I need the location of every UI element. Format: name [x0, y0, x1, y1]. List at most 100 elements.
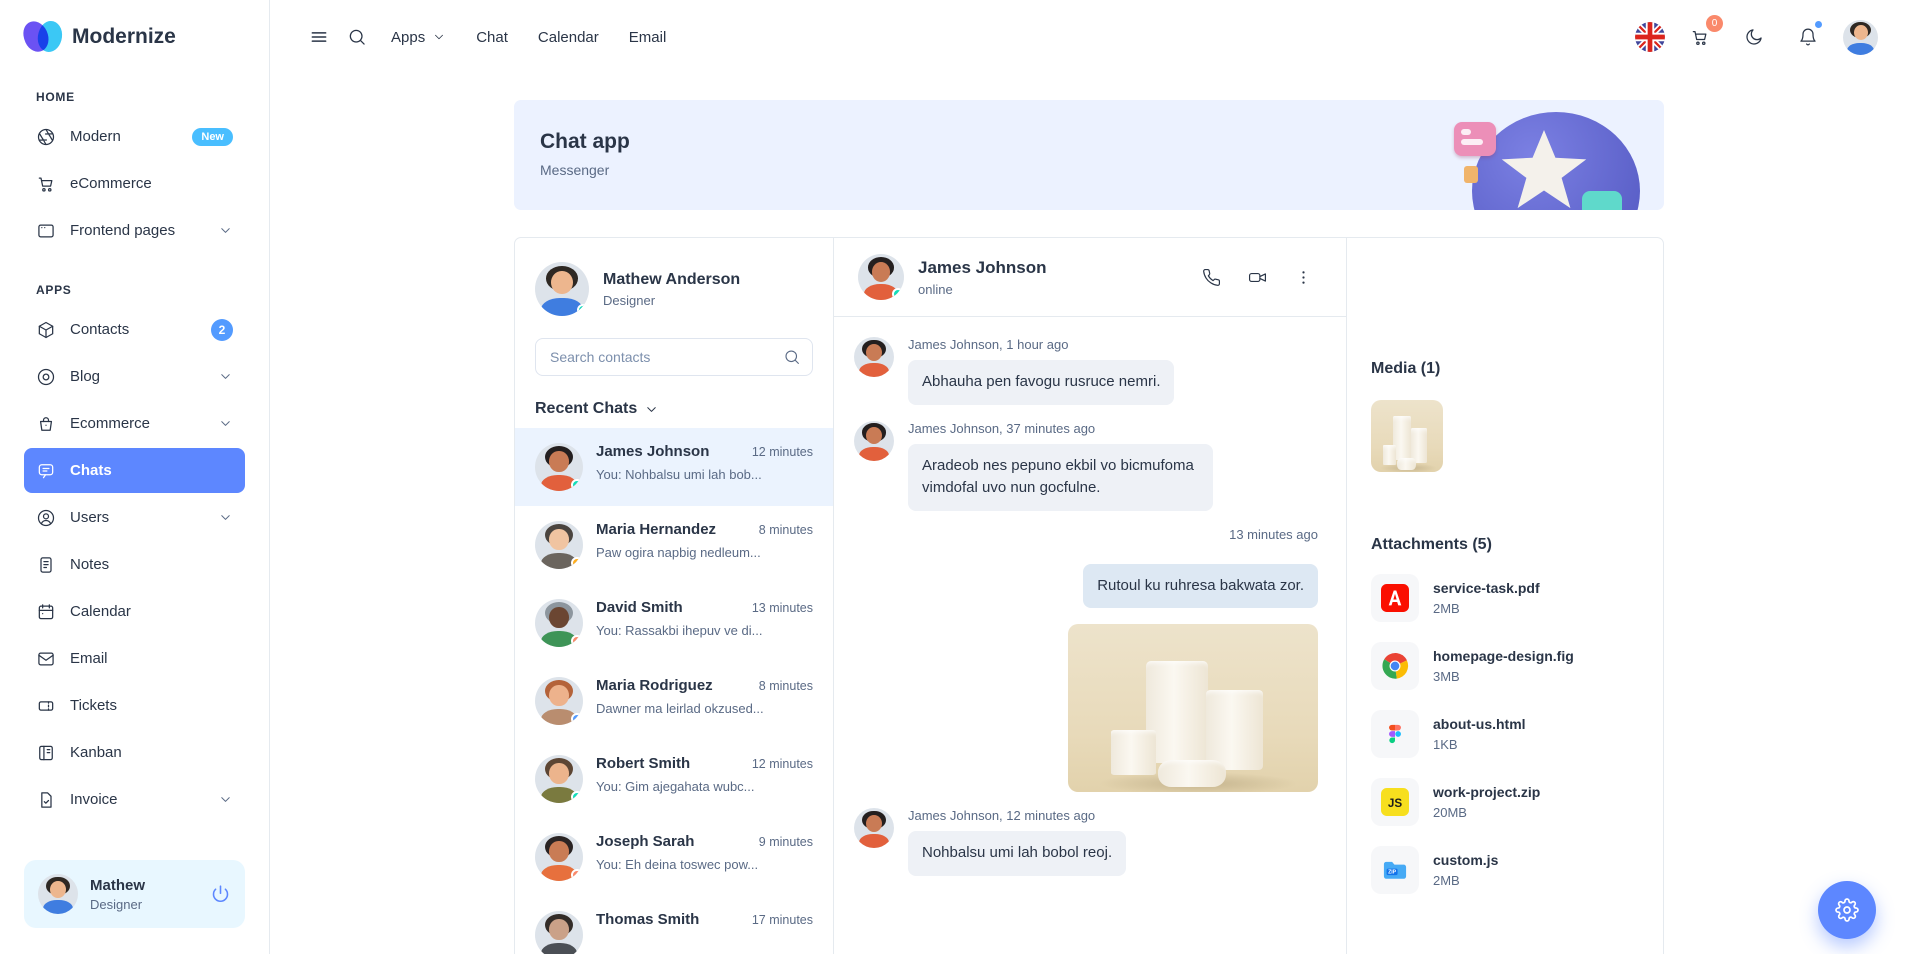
chat-list-item[interactable]: Robert Smith 12 minutes You: Gim ajegahata…: [515, 740, 833, 818]
avatar: [535, 599, 583, 647]
attachment-size: 2MB: [1433, 601, 1460, 616]
attachment-size: 2MB: [1433, 873, 1460, 888]
sidebar-item-contacts[interactable]: Contacts 2: [24, 307, 245, 352]
message-bubble: Nohbalsu umi lah bobol reoj.: [908, 831, 1127, 876]
sidebar-item-label: Contacts: [70, 321, 130, 338]
sidebar-item-label: Ecommerce: [70, 415, 151, 432]
contacts-column: Mathew Anderson Designer Recent Chats Ja…: [515, 238, 834, 954]
search-contacts: [535, 338, 813, 376]
chat-preview: Dawner ma leirlad okzused...: [596, 701, 764, 716]
page-header-banner: Chat app Messenger: [514, 100, 1664, 210]
sidebar-item-frontend-pages[interactable]: Frontend pages: [24, 208, 245, 253]
notifications-bell-icon[interactable]: [1789, 18, 1827, 56]
sidebar-item-ecommerce-home[interactable]: eCommerce: [24, 161, 245, 206]
chat-list: James Johnson 12 minutes You: Nohbalsu umi…: [515, 428, 833, 954]
video-call-icon[interactable]: [1238, 258, 1276, 296]
chat-name: Maria Hernandez: [596, 521, 717, 538]
sidebar-profile-card[interactable]: Mathew Designer: [24, 860, 245, 928]
chat-list-item[interactable]: Joseph Sarah 9 minutes You: Eh deina toswe…: [515, 818, 833, 896]
attachment-name: about-us.html: [1433, 716, 1526, 732]
dark-mode-moon-icon[interactable]: [1735, 18, 1773, 56]
svg-text:ZIP: ZIP: [1388, 870, 1397, 876]
recent-chats-dropdown[interactable]: Recent Chats: [535, 400, 813, 418]
cart-icon[interactable]: 0: [1681, 15, 1723, 56]
sidebar-item-invoice[interactable]: Invoice: [24, 777, 245, 822]
sidebar-item-ecommerce-apps[interactable]: Ecommerce: [24, 401, 245, 446]
chat-time: 9 minutes: [758, 835, 813, 849]
profile-name: Mathew: [90, 876, 146, 894]
sidebar-item-label: Modern: [70, 128, 121, 145]
status-dot: [571, 479, 583, 491]
chat-name: James Johnson: [596, 443, 710, 460]
chat-time: 17 minutes: [751, 913, 813, 927]
attachment-size: 3MB: [1433, 669, 1460, 684]
phone-call-icon[interactable]: [1192, 258, 1230, 296]
sidebar-item-chats[interactable]: Chats: [24, 448, 245, 493]
media-section-title: Media (1): [1371, 360, 1441, 377]
sidebar-item-email[interactable]: Email: [24, 636, 245, 681]
user-avatar[interactable]: [1843, 19, 1878, 55]
sidebar-item-kanban[interactable]: Kanban: [24, 730, 245, 775]
message-bubble: Aradeob nes pepuno ekbil vo bicmufoma vi…: [908, 443, 1213, 511]
new-badge: New: [192, 127, 233, 146]
sidebar-item-modern[interactable]: Modern New: [24, 114, 245, 159]
chevron-down-icon: [647, 406, 656, 412]
nav-link-calendar[interactable]: Calendar: [523, 18, 614, 56]
attachment-item[interactable]: service-task.pdf 2MB: [1371, 574, 1639, 622]
chat-list-item[interactable]: James Johnson 12 minutes You: Nohbalsu umi…: [515, 428, 833, 506]
settings-fab[interactable]: [1818, 881, 1876, 939]
avatar: [535, 677, 583, 725]
media-thumbnail[interactable]: [1371, 400, 1443, 472]
profile-role: Designer: [90, 896, 143, 912]
message-bubble: Abhauha pen favogu rusruce nemri.: [908, 360, 1175, 405]
chat-list-item[interactable]: Maria Rodriguez 8 minutes Dawner ma leirla…: [515, 662, 833, 740]
sent-image-attachment[interactable]: [1068, 624, 1318, 792]
sidebar-item-label: Tickets: [70, 697, 117, 714]
sidebar-item-label: Chats: [70, 462, 112, 479]
message-received: James Johnson, 1 hour ago Abhauha pen fa…: [854, 337, 1318, 405]
chat-list-item[interactable]: Maria Hernandez 8 minutes Paw ogira napbig…: [515, 506, 833, 584]
search-contacts-input[interactable]: [535, 338, 813, 376]
attachment-item[interactable]: about-us.html 1KB: [1371, 710, 1639, 758]
chat-time: 12 minutes: [751, 757, 813, 771]
attachment-size: 20MB: [1433, 805, 1467, 820]
aperture-icon: [37, 128, 55, 145]
chat-list-item[interactable]: David Smith 13 minutes You: Rassakbi ihepu…: [515, 584, 833, 662]
sidebar-section-apps: APPS: [36, 283, 72, 297]
chat-preview: You: Nohbalsu umi lah bob...: [596, 467, 762, 482]
avatar: [535, 755, 583, 803]
sidebar-item-blog[interactable]: Blog: [24, 354, 245, 399]
contact-name: James Johnson: [918, 257, 1047, 277]
mail-icon: [38, 652, 54, 665]
message-meta: James Johnson, 37 minutes ago: [908, 420, 1096, 436]
search-icon[interactable]: [338, 18, 376, 56]
sidebar-item-notes[interactable]: Notes: [24, 542, 245, 587]
message-thread: James Johnson, 1 hour ago Abhauha pen fa…: [834, 317, 1346, 892]
status-dot: [577, 304, 589, 316]
uk-flag-icon[interactable]: [1635, 22, 1665, 52]
chat-list-item[interactable]: Thomas Smith 17 minutes: [515, 896, 833, 954]
nav-link-apps[interactable]: Apps: [376, 18, 461, 56]
menu-icon[interactable]: [300, 18, 338, 56]
attachment-item[interactable]: JS work-project.zip 20MB: [1371, 778, 1639, 826]
nav-link-chat[interactable]: Chat: [461, 18, 523, 56]
chevron-down-icon: [218, 223, 233, 238]
gear-icon: [1835, 898, 1859, 922]
attachment-item[interactable]: homepage-design.fig 3MB: [1371, 642, 1639, 690]
javascript-icon: JS: [1371, 778, 1419, 826]
sidebar-item-calendar[interactable]: Calendar: [24, 589, 245, 634]
user-circle-icon: [37, 509, 55, 526]
sidebar-item-tickets[interactable]: Tickets: [24, 683, 245, 728]
count-badge: 2: [211, 318, 233, 341]
app-logo[interactable]: Modernize: [0, 0, 269, 74]
file-check-icon: [41, 791, 52, 808]
avatar: [535, 262, 589, 316]
sidebar-item-users[interactable]: Users: [24, 495, 245, 540]
attachment-item[interactable]: ZIP custom.js 2MB: [1371, 846, 1639, 894]
chat-time: 8 minutes: [758, 679, 813, 693]
search-icon[interactable]: [783, 348, 801, 366]
nav-link-label: Apps: [391, 28, 426, 46]
logout-power-icon[interactable]: [210, 884, 231, 905]
nav-link-email[interactable]: Email: [614, 18, 682, 56]
more-options-icon[interactable]: [1284, 258, 1322, 296]
